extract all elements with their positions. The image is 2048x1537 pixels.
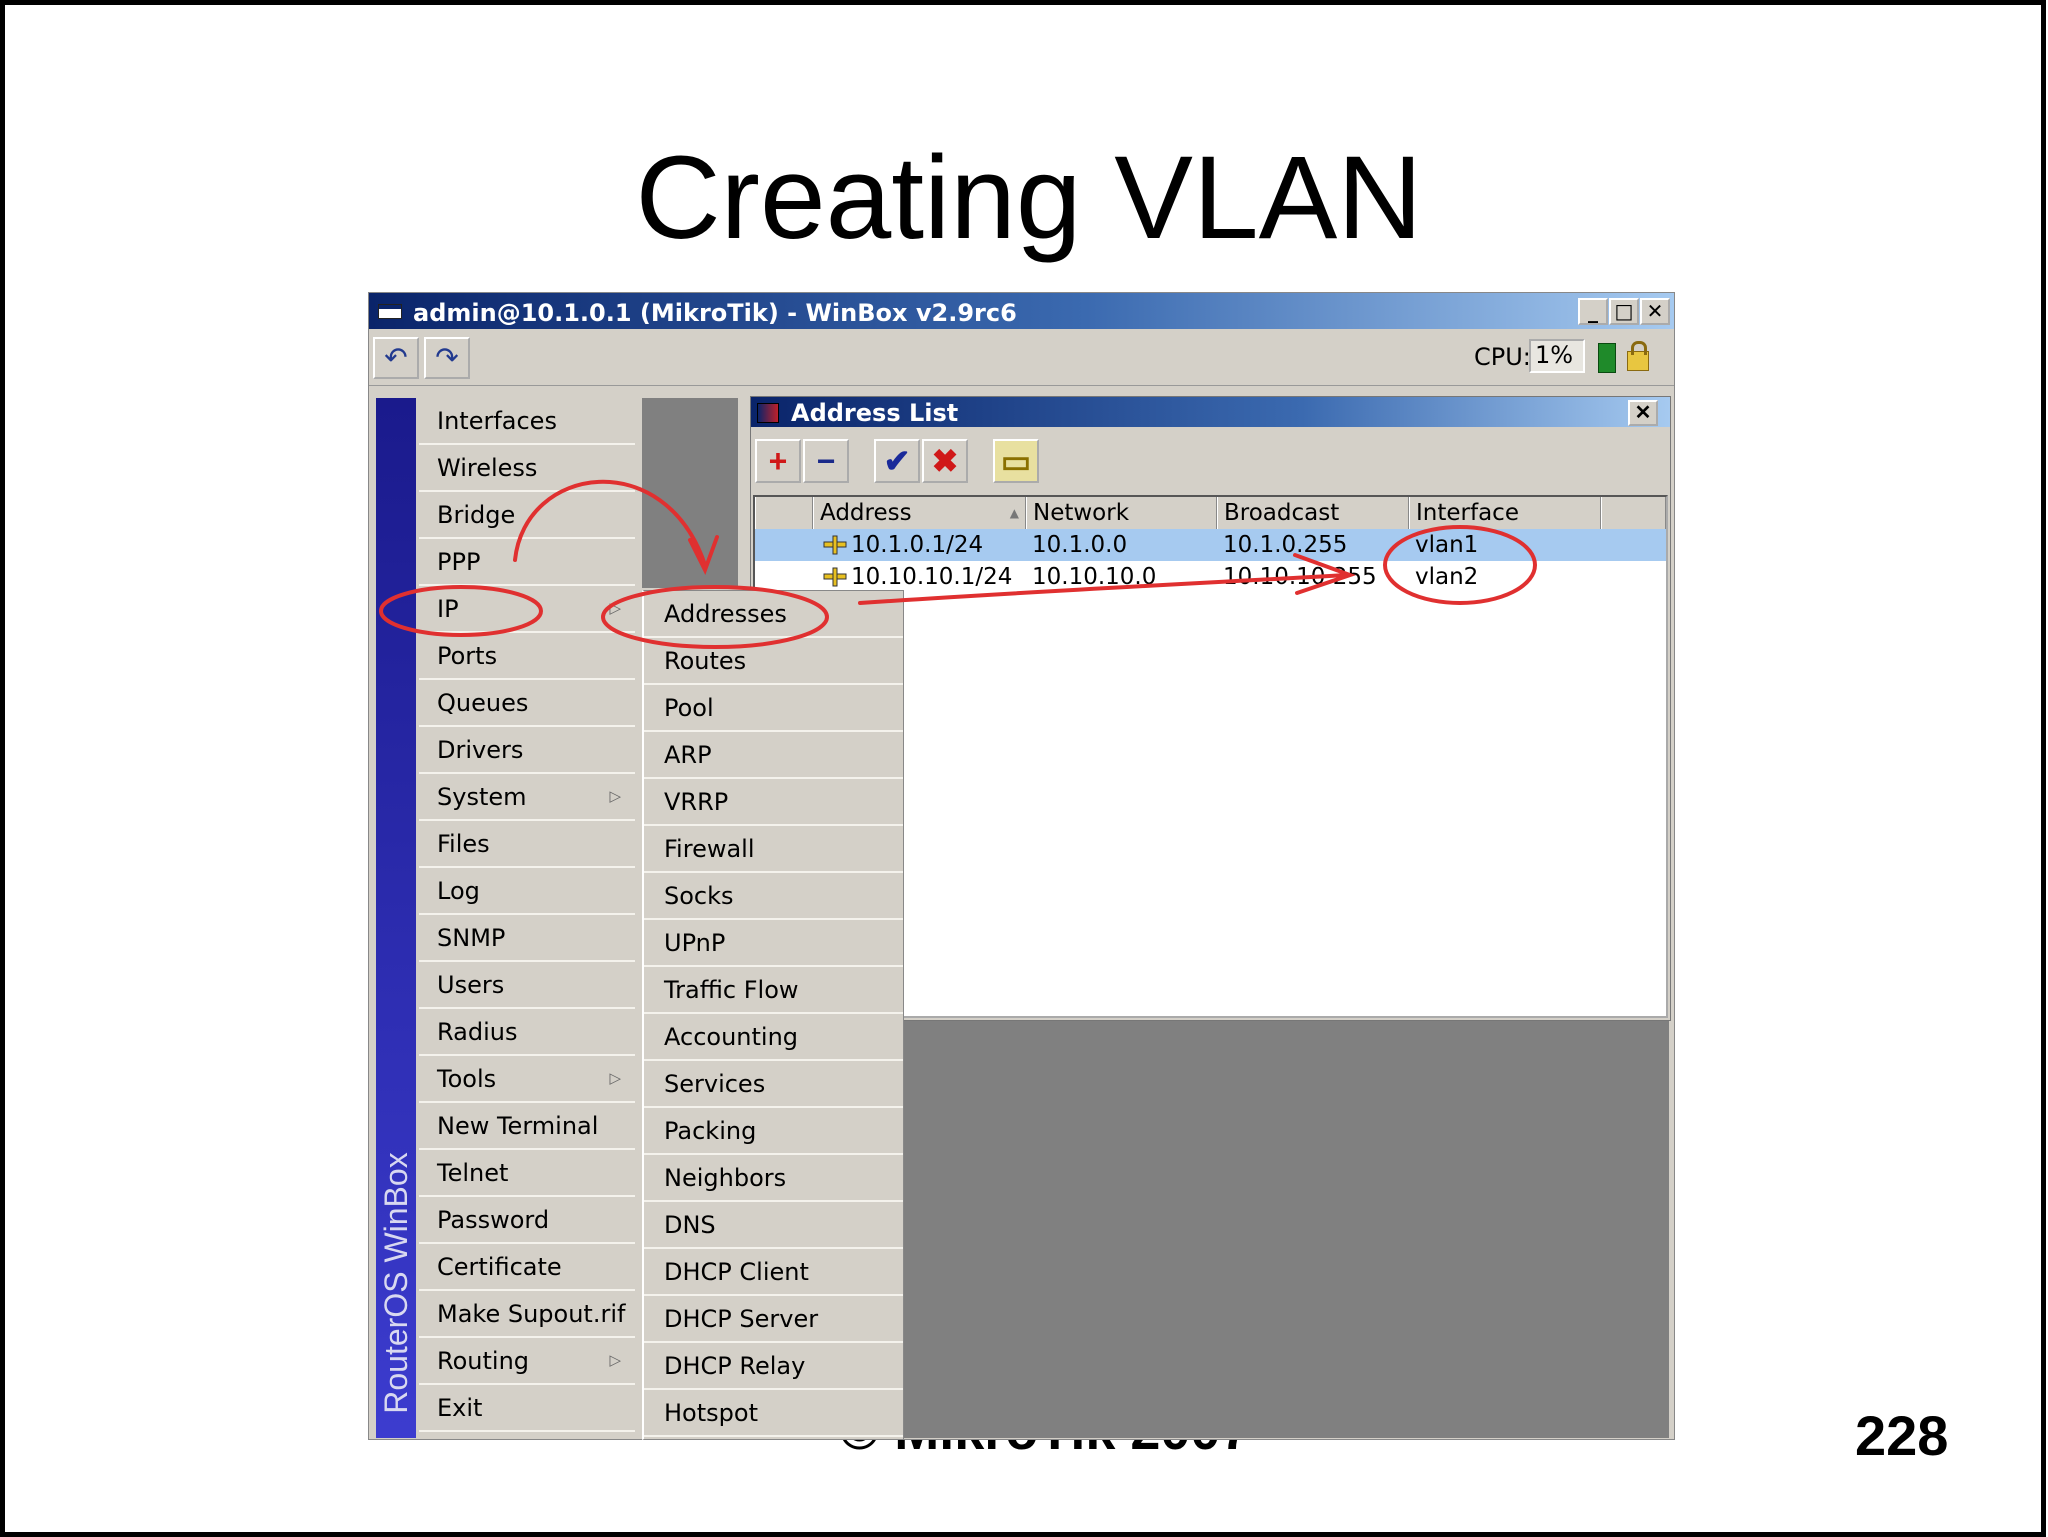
annotation-circle-addresses [601,585,829,649]
annotation-arrow-ip-to-addresses [513,479,707,567]
annotation-overlay [379,479,1537,649]
slide: Creating VLAN © MikroTik 2007 228 admin@… [0,0,2046,1537]
annotation-circle-ip [379,585,543,637]
annotation-circle-interfaces [1383,525,1537,605]
annotation-arrow-to-table [858,573,1349,605]
annotation-arrowhead [1293,553,1357,595]
